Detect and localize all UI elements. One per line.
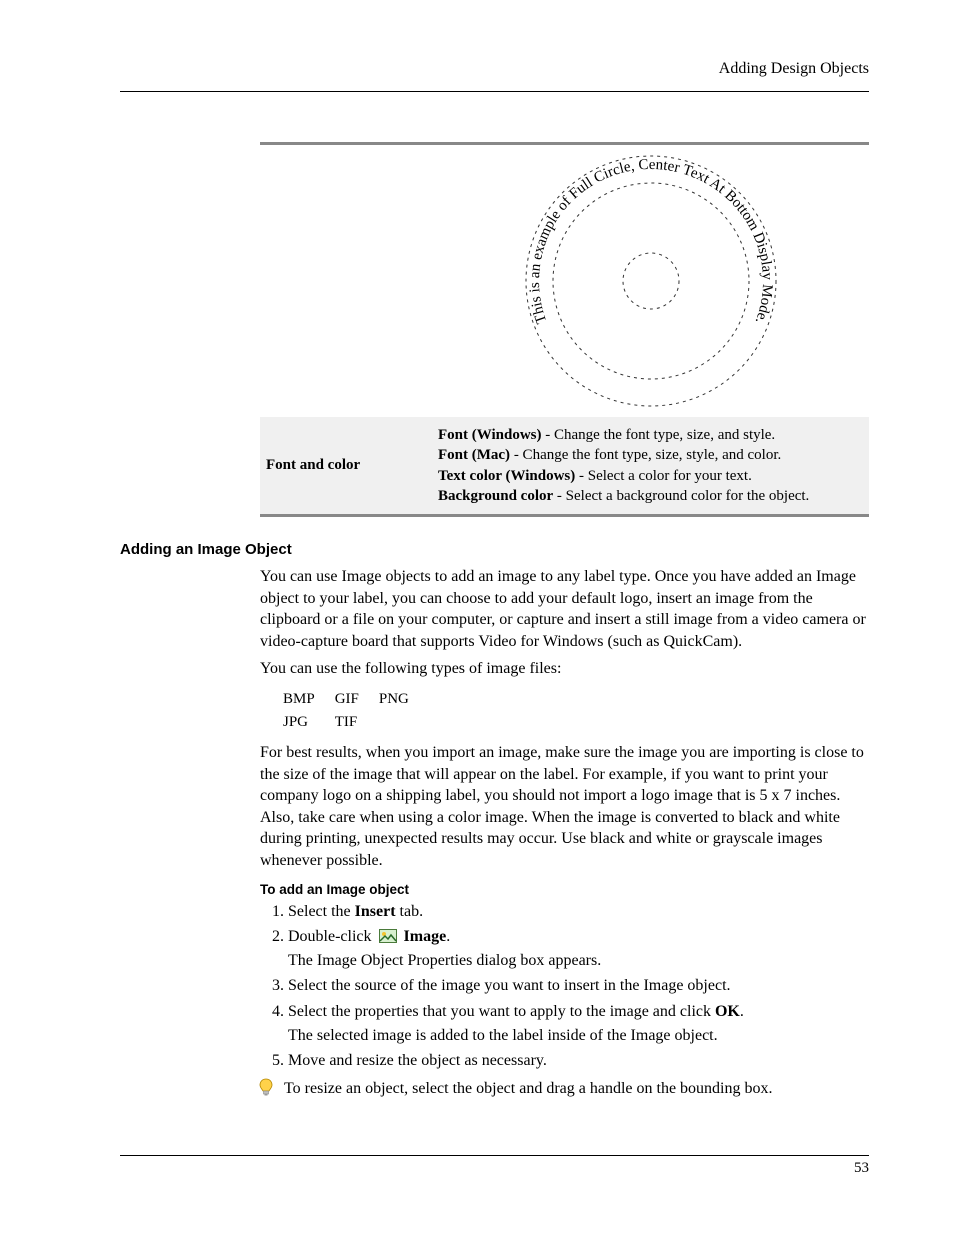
step-3: Select the source of the image you want … (288, 975, 869, 997)
header-rule (120, 91, 869, 92)
page-footer: 53 (120, 1155, 869, 1177)
text-color-line: Text color (Windows) - Select a color fo… (438, 466, 863, 486)
step-2: Double-click Image. The Image Object Pro… (288, 926, 869, 971)
figure-label-cell (260, 273, 432, 289)
step-4: Select the properties that you want to a… (288, 1001, 869, 1046)
type-cell: TIF (334, 713, 360, 732)
circle-text-figure: This is an example of Full Circle, Cente… (521, 151, 781, 411)
figure-cell: This is an example of Full Circle, Cente… (432, 145, 869, 417)
tip-text: To resize an object, select the object a… (284, 1078, 773, 1100)
font-color-desc: Font (Windows) - Change the font type, s… (432, 417, 869, 514)
types-intro: You can use the following types of image… (260, 658, 869, 680)
type-cell: PNG (378, 690, 410, 709)
font-mac-line: Font (Mac) - Change the font type, size,… (438, 445, 863, 465)
running-head: Adding Design Objects (719, 60, 869, 78)
best-results-paragraph: For best results, when you import an ima… (260, 742, 869, 872)
type-cell: JPG (282, 713, 316, 732)
page: Adding Design Objects This is an example (0, 0, 954, 1235)
step-5: Move and resize the object as necessary. (288, 1050, 869, 1072)
properties-table: This is an example of Full Circle, Cente… (260, 142, 869, 517)
type-cell: BMP (282, 690, 316, 709)
intro-paragraph: You can use Image objects to add an imag… (260, 566, 869, 652)
type-cell: GIF (334, 690, 360, 709)
page-header: Adding Design Objects (120, 60, 869, 86)
image-icon (379, 929, 397, 943)
table-row-figure: This is an example of Full Circle, Cente… (260, 145, 869, 417)
tip-row: To resize an object, select the object a… (258, 1078, 869, 1100)
table-row: BMP GIF PNG (282, 690, 410, 709)
page-number: 53 (120, 1160, 869, 1177)
lightbulb-icon (258, 1078, 274, 1098)
circle-text: This is an example of Full Circle, Cente… (526, 157, 774, 326)
procedure-heading: To add an Image object (260, 882, 869, 897)
bg-color-line: Background color - Select a background c… (438, 486, 863, 506)
type-cell (378, 713, 410, 732)
footer-rule (120, 1155, 869, 1156)
svg-text:This is an example of Full Cir: This is an example of Full Circle, Cente… (526, 157, 774, 326)
procedure-steps: Select the Insert tab. Double-click Imag… (260, 901, 869, 1072)
font-color-label: Font and color (260, 449, 432, 482)
content-area: This is an example of Full Circle, Cente… (260, 142, 869, 1099)
section-heading: Adding an Image Object (120, 541, 869, 558)
step-2-sub: The Image Object Properties dialog box a… (288, 950, 869, 972)
table-row-font-color: Font and color Font (Windows) - Change t… (260, 417, 869, 514)
table-row: JPG TIF (282, 713, 410, 732)
image-types-table: BMP GIF PNG JPG TIF (264, 686, 428, 736)
step-4-sub: The selected image is added to the label… (288, 1025, 869, 1047)
step-1: Select the Insert tab. (288, 901, 869, 923)
font-windows-line: Font (Windows) - Change the font type, s… (438, 425, 863, 445)
